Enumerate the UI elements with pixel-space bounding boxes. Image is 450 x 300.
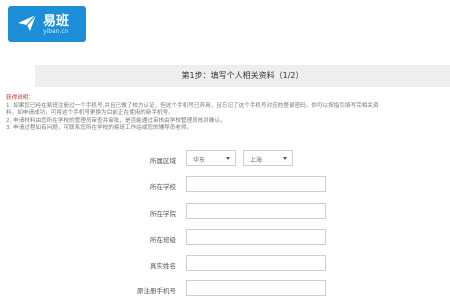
- region-label: 所属区域: [150, 157, 176, 165]
- phone-label: 原注册手机号: [137, 287, 176, 295]
- phone-input[interactable]: [186, 280, 326, 296]
- region-row: 所属区域 华东 上海: [0, 150, 450, 170]
- chevron-down-icon: [283, 157, 287, 160]
- school-input[interactable]: [186, 176, 326, 192]
- brand-url: yiban.cn: [43, 28, 69, 35]
- real-name-label: 真实姓名: [150, 262, 176, 270]
- instructions-title: 获得说明：: [6, 95, 34, 101]
- college-input[interactable]: [186, 203, 326, 219]
- step-header: 第1步：填写个人相关资料（1/2）: [35, 65, 450, 87]
- school-row: 所在学校: [0, 176, 450, 196]
- phone-row: 原注册手机号: [0, 280, 450, 300]
- class-label: 所在班级: [150, 236, 176, 244]
- college-label: 所在学院: [150, 210, 176, 218]
- instructions: 获得说明： 1. 如果您已经在易班注册过一个手机号,并且已做了校方认证，但这个手…: [6, 95, 450, 133]
- college-row: 所在学院: [0, 203, 450, 223]
- name-row: 真实姓名: [0, 255, 450, 275]
- paper-plane-icon: [18, 14, 37, 31]
- instruction-line: 料，如申请成功，可将这个手机号更换为目前正在使用的新手机号。: [6, 110, 174, 117]
- brand-name: 易班: [43, 14, 70, 29]
- class-input[interactable]: [186, 229, 326, 245]
- class-row: 所在班级: [0, 229, 450, 249]
- header: 易班 yiban.cn: [0, 0, 450, 50]
- city-select-value: 上海: [250, 157, 263, 164]
- real-name-input[interactable]: [186, 255, 326, 271]
- yiban-logo[interactable]: 易班 yiban.cn: [8, 6, 86, 42]
- chevron-down-icon: [226, 157, 230, 160]
- step-title: 第1步：填写个人相关资料（1/2）: [181, 71, 304, 80]
- city-select[interactable]: 上海: [243, 150, 293, 166]
- instruction-line: 3. 申请过程如有问题，可联系您所在学校的易班工作站或您的辅导员老师。: [6, 125, 193, 132]
- region-select[interactable]: 华东: [186, 150, 236, 166]
- school-label: 所在学校: [150, 183, 176, 191]
- region-select-value: 华东: [193, 157, 206, 164]
